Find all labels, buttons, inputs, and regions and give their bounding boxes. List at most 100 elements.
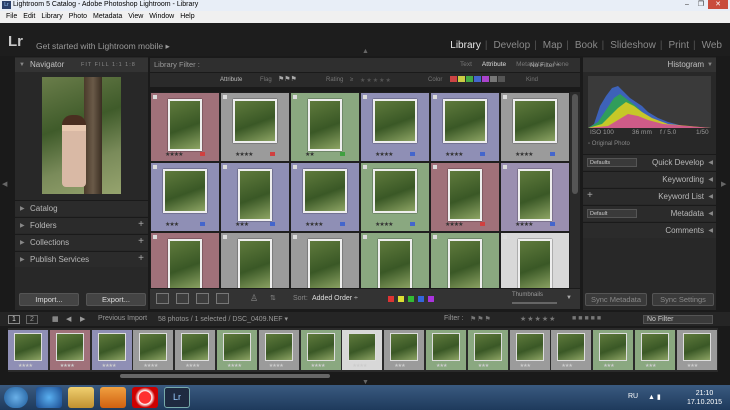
photo-thumbnail[interactable] bbox=[303, 169, 347, 213]
menu-edit[interactable]: Edit bbox=[23, 13, 35, 20]
filter-preset[interactable]: No Filter ÷ bbox=[530, 62, 560, 69]
back-arrow-icon[interactable]: ◀ bbox=[66, 315, 71, 323]
filmstrip-thumb[interactable]: ★★★ bbox=[676, 330, 717, 370]
forward-arrow-icon[interactable]: ▶ bbox=[80, 315, 85, 323]
star-rating[interactable]: ★★★★ bbox=[375, 151, 393, 158]
maximize-button[interactable]: ❐ bbox=[694, 0, 708, 9]
selection-badge[interactable] bbox=[153, 95, 157, 99]
lightroom-taskbar-icon[interactable]: Lr bbox=[164, 387, 190, 408]
selection-badge[interactable] bbox=[293, 235, 297, 239]
photo-thumbnail[interactable] bbox=[373, 99, 417, 143]
photo-thumbnail[interactable] bbox=[557, 333, 586, 361]
photo-thumbnail[interactable] bbox=[373, 169, 417, 213]
add-icon[interactable]: + bbox=[138, 236, 144, 247]
photo-thumbnail[interactable] bbox=[14, 333, 42, 361]
rating-stars[interactable]: ★★★★★ bbox=[360, 77, 392, 84]
top-panel-toggle-icon[interactable]: ▲ bbox=[362, 48, 369, 55]
selection-badge[interactable] bbox=[153, 235, 157, 239]
thumbnail-size-slider[interactable] bbox=[512, 302, 557, 304]
menu-library[interactable]: Library bbox=[41, 13, 62, 20]
selection-badge[interactable] bbox=[433, 95, 437, 99]
filmstrip-thumb[interactable]: ★★★ bbox=[384, 330, 425, 370]
photo-thumbnail[interactable] bbox=[97, 333, 126, 361]
filmstrip-stars[interactable]: ★★★★★ bbox=[520, 315, 556, 323]
star-rating[interactable]: ★★★★ bbox=[445, 151, 463, 158]
photo-thumbnail[interactable] bbox=[139, 333, 168, 361]
survey-view-icon[interactable] bbox=[216, 293, 229, 304]
grid-cell[interactable] bbox=[500, 232, 570, 288]
grid-scroll-thumb[interactable] bbox=[572, 94, 578, 194]
selection-badge[interactable] bbox=[293, 165, 297, 169]
quick-develop-header[interactable]: Defaults Quick Develop ◀ bbox=[583, 154, 716, 170]
selection-badge[interactable] bbox=[363, 165, 367, 169]
section-catalog[interactable]: ▶ Catalog bbox=[15, 200, 148, 216]
menu-view[interactable]: View bbox=[128, 13, 143, 20]
selection-badge[interactable] bbox=[503, 95, 507, 99]
sync-metadata-button[interactable]: Sync Metadata bbox=[585, 293, 647, 306]
grid-cell[interactable]: ★★★★ bbox=[150, 92, 220, 162]
ie-icon[interactable] bbox=[36, 387, 62, 408]
filter-tab-text[interactable]: Text bbox=[460, 61, 472, 68]
section-folders[interactable]: ▶ Folders + bbox=[15, 217, 148, 233]
sort-select[interactable]: Added Order ÷ bbox=[312, 295, 358, 302]
photo-thumbnail[interactable] bbox=[378, 239, 412, 288]
grid-cell[interactable]: ★★★★ bbox=[500, 162, 570, 232]
sync-settings-button[interactable]: Sync Settings bbox=[652, 293, 714, 306]
photo-thumbnail[interactable] bbox=[264, 333, 293, 361]
monitor-2-button[interactable]: 2 bbox=[26, 315, 38, 324]
grid-cell[interactable]: ★★★ bbox=[150, 162, 220, 232]
selection-badge[interactable] bbox=[363, 235, 367, 239]
source-label[interactable]: Previous Import bbox=[98, 315, 147, 322]
menu-file[interactable]: File bbox=[6, 13, 17, 20]
photo-thumbnail[interactable] bbox=[448, 239, 482, 288]
opera-icon[interactable] bbox=[132, 387, 158, 408]
flag-icons[interactable]: ⚑⚑⚑ bbox=[278, 75, 297, 83]
photo-thumbnail[interactable] bbox=[473, 333, 502, 361]
grid-cell[interactable]: ★★★★ bbox=[360, 92, 430, 162]
histogram-header[interactable]: Histogram ▼ bbox=[583, 58, 716, 72]
grid-cell[interactable]: ★★★ bbox=[220, 162, 290, 232]
color-label-green[interactable] bbox=[408, 296, 414, 302]
photo-thumbnail[interactable] bbox=[168, 239, 202, 288]
grid-cell[interactable]: ★★★★ bbox=[360, 162, 430, 232]
loupe-view-icon[interactable] bbox=[176, 293, 189, 304]
lang-indicator[interactable]: RU bbox=[628, 393, 638, 400]
star-rating[interactable]: ★★★ bbox=[235, 221, 249, 228]
toolbar-menu-icon[interactable]: ▼ bbox=[566, 295, 572, 301]
photo-thumbnail[interactable] bbox=[448, 169, 482, 221]
module-slideshow[interactable]: Slideshow bbox=[610, 40, 656, 51]
add-icon[interactable]: + bbox=[138, 253, 144, 264]
painter-icon[interactable]: ♙ bbox=[250, 293, 258, 304]
grid-cell[interactable]: ★★★★ bbox=[220, 92, 290, 162]
filmstrip-thumb[interactable]: ★★★★ bbox=[300, 330, 341, 370]
filmstrip-flags[interactable]: ⚑⚑⚑ bbox=[470, 315, 492, 323]
selection-badge[interactable] bbox=[223, 165, 227, 169]
filmstrip-thumb[interactable]: ★★★ bbox=[635, 330, 675, 370]
filter-tab-attribute[interactable]: Attribute bbox=[482, 61, 506, 68]
add-keyword-icon[interactable]: + bbox=[587, 190, 593, 201]
filmstrip-thumb[interactable]: ★★★ bbox=[509, 330, 550, 370]
photo-thumbnail[interactable] bbox=[348, 333, 377, 361]
photo-thumbnail[interactable] bbox=[518, 239, 552, 288]
photo-thumbnail[interactable] bbox=[308, 99, 342, 151]
filmstrip-thumb[interactable]: ★★★★ bbox=[217, 330, 257, 370]
photo-thumbnail[interactable] bbox=[682, 333, 711, 361]
add-icon[interactable]: + bbox=[138, 219, 144, 230]
monitor-1-button[interactable]: 1 bbox=[8, 315, 20, 324]
mobile-link[interactable]: Get started with Lightroom mobile ▸ bbox=[36, 41, 170, 52]
metadata-preset[interactable]: Default bbox=[587, 209, 637, 218]
color-label-red[interactable] bbox=[388, 296, 394, 302]
grid-cell[interactable] bbox=[290, 232, 360, 288]
grid-cell[interactable] bbox=[430, 232, 500, 288]
star-rating[interactable]: ★★★★ bbox=[305, 221, 323, 228]
photo-thumbnail[interactable] bbox=[515, 333, 544, 361]
module-library[interactable]: Library bbox=[450, 40, 481, 51]
photo-thumbnail[interactable] bbox=[163, 169, 207, 213]
star-rating[interactable]: ★★★★ bbox=[235, 151, 253, 158]
minimize-button[interactable]: – bbox=[680, 0, 694, 9]
star-rating[interactable]: ★★ bbox=[305, 151, 315, 158]
star-rating[interactable]: ★★★★ bbox=[515, 221, 533, 228]
photo-thumbnail[interactable] bbox=[238, 169, 272, 221]
photo-thumbnail[interactable] bbox=[238, 239, 272, 288]
import-button[interactable]: Import... bbox=[19, 293, 79, 306]
